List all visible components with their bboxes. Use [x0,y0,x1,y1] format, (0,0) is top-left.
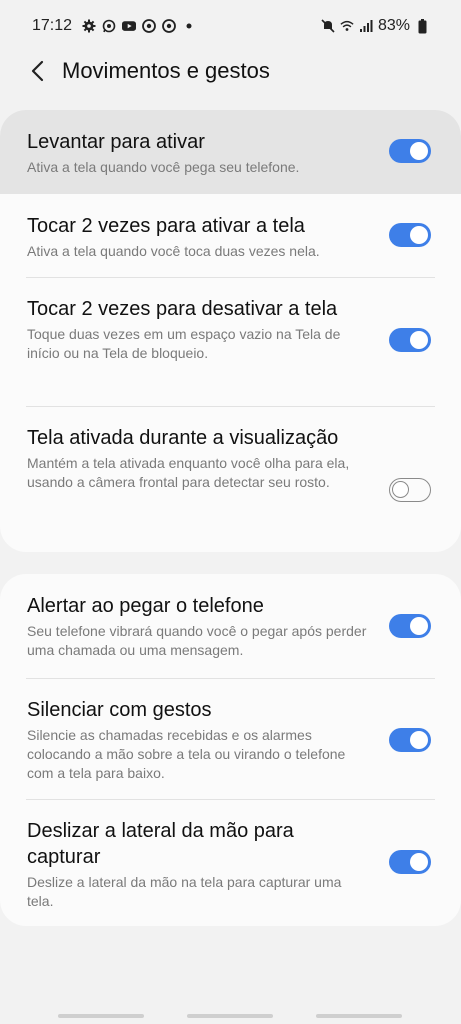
toggle-switch[interactable] [389,139,431,163]
setting-title: Alertar ao pegar o telefone [27,595,264,617]
toggle-switch[interactable] [389,850,431,874]
header: Movimentos e gestos [0,52,461,90]
divider [26,678,435,679]
nav-back-handle[interactable] [316,1014,402,1018]
signal-icon [359,19,373,33]
battery-icon [415,18,429,33]
toggle-knob [410,331,428,349]
setting-description: Mantém a tela ativada enquanto você olha… [27,455,350,490]
setting-row-palm-swipe-capture[interactable]: Deslizar a lateral da mão para capturar … [0,799,461,926]
battery-percent: 83% [377,17,410,34]
setting-row-double-tap-sleep[interactable]: Tocar 2 vezes para desativar a tela Toqu… [0,277,461,406]
chrome-icon [162,19,176,33]
toggle-knob [392,481,409,498]
setting-row-keep-screen-on[interactable]: Tela ativada durante a visualização Mant… [0,406,461,552]
setting-row-mute-gestures[interactable]: Silenciar com gestos Silencie as chamada… [0,678,461,799]
settings-card-2: Alertar ao pegar o telefone Seu telefone… [0,574,461,926]
status-bar: 17:12 83% [0,0,461,52]
back-button[interactable] [24,58,50,84]
setting-title: Tela ativada durante a visualização [27,427,339,449]
nav-recents-handle[interactable] [58,1014,144,1018]
mute-icon [321,19,335,33]
wifi-icon [340,19,354,33]
whatsapp-icon [102,19,116,33]
setting-row-lift-to-wake[interactable]: Levantar para ativar Ativa a tela quando… [0,110,461,194]
setting-description: Toque duas vezes em um espaço vazio na T… [27,326,341,361]
setting-description: Silencie as chamadas recebidas e os alar… [27,727,346,781]
navigation-bar [0,1004,461,1024]
status-right: 83% [321,17,429,35]
page-title: Movimentos e gestos [62,58,270,83]
setting-description: Seu telefone vibrará quando você o pegar… [27,623,367,658]
youtube-icon [122,19,137,33]
setting-title: Tocar 2 vezes para desativar a tela [27,298,338,320]
toggle-knob [410,731,428,749]
divider [26,799,435,800]
toggle-switch[interactable] [389,223,431,247]
toggle-switch[interactable] [389,728,431,752]
back-arrow-icon [31,60,44,82]
setting-description: Ativa a tela quando você toca duas vezes… [27,243,320,259]
toggle-knob [410,617,428,635]
setting-title: Silenciar com gestos [27,699,212,721]
settings-card-1: Levantar para ativar Ativa a tela quando… [0,110,461,552]
setting-title: Deslizar a lateral da mão para capturar [27,820,294,868]
toggle-switch[interactable] [389,328,431,352]
toggle-knob [410,853,428,871]
status-left: 17:12 [32,17,196,35]
toggle-switch[interactable] [389,478,431,502]
status-time: 17:12 [32,17,73,34]
toggle-knob [410,142,428,160]
setting-description: Ativa a tela quando você pega seu telefo… [27,159,300,175]
nav-home-handle[interactable] [187,1014,273,1018]
chrome-icon [142,19,156,33]
divider [26,277,435,278]
toggle-switch[interactable] [389,614,431,638]
setting-title: Levantar para ativar [27,131,205,153]
setting-row-double-tap-wake[interactable]: Tocar 2 vezes para ativar a tela Ativa a… [0,194,461,277]
setting-title: Tocar 2 vezes para ativar a tela [27,215,305,237]
divider [26,406,435,407]
dot-icon [182,19,196,33]
setting-description: Deslize a lateral da mão na tela para ca… [27,874,342,909]
toggle-knob [410,226,428,244]
setting-row-pickup-alert[interactable]: Alertar ao pegar o telefone Seu telefone… [0,574,461,678]
gear-icon [82,19,96,33]
